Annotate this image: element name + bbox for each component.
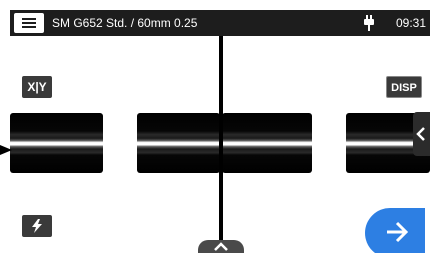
- side-panel-tab[interactable]: [413, 112, 430, 156]
- splicer-screen: SM G652 Std. / 60mm 0.25 09:31 X|Y DISP: [0, 0, 430, 253]
- chevron-left-icon: [416, 127, 425, 141]
- next-button[interactable]: [365, 208, 425, 253]
- clock: 09:31: [396, 16, 427, 30]
- plug-icon: [364, 15, 374, 31]
- fiber-left-segment: [10, 113, 103, 173]
- menu-button[interactable]: [14, 13, 44, 33]
- fiber-center-right-segment: [222, 113, 312, 173]
- hamburger-menu-icon-bar: [22, 22, 36, 24]
- display-button[interactable]: DISP: [386, 76, 422, 98]
- arc-button[interactable]: [22, 215, 52, 237]
- arrow-marker-icon: [0, 145, 12, 155]
- chevron-up-icon: [214, 242, 228, 251]
- center-alignment-line: [219, 36, 223, 253]
- arrow-right-icon: [387, 221, 409, 243]
- hamburger-menu-icon-bar: [22, 26, 36, 28]
- xy-view-button[interactable]: X|Y: [22, 76, 52, 98]
- lightning-icon: [32, 219, 42, 233]
- splice-program-title: SM G652 Std. / 60mm 0.25: [52, 16, 198, 30]
- fiber-center-left-segment: [137, 113, 220, 173]
- title-bar: SM G652 Std. / 60mm 0.25 09:31: [10, 10, 430, 36]
- hamburger-menu-icon: [22, 18, 36, 20]
- bottom-drawer-handle[interactable]: [198, 240, 244, 253]
